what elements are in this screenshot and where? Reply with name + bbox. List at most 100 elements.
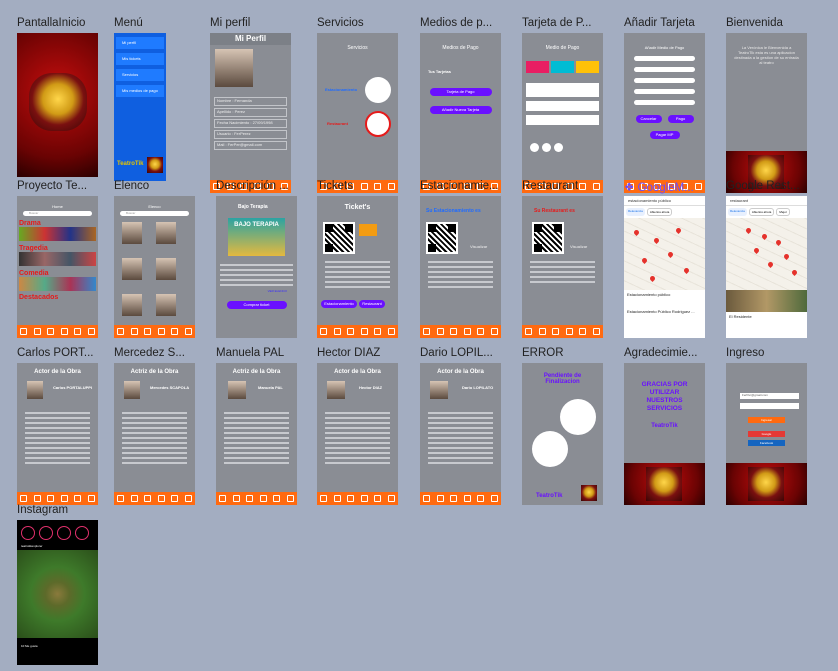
card-button[interactable]: Tarjeta de Pago [429, 88, 492, 96]
buy-ticket-button[interactable]: Comprar ticket [226, 301, 287, 309]
profile-field: Fecha Nacimiento : 27/09/1998 [214, 119, 287, 128]
view-button[interactable]: Visualizar [470, 244, 487, 249]
section-destacados: Destacados [19, 294, 59, 301]
facebook-login-button[interactable]: Facebook [748, 440, 785, 446]
comedia-carousel[interactable] [19, 277, 96, 291]
section-subtitle: Tus Tarjetas [428, 69, 451, 74]
menu-item-medios[interactable]: Mis medios de pago [116, 85, 164, 97]
cast-photo[interactable] [122, 222, 142, 244]
chip-relevancia[interactable]: Relevancia [728, 208, 747, 216]
restaurant-icon[interactable] [365, 111, 391, 137]
input-field[interactable] [634, 67, 695, 72]
maps-search[interactable]: restaurant [726, 196, 807, 206]
card-tile[interactable] [526, 61, 549, 73]
cast-photo[interactable] [156, 222, 176, 244]
bottom-nav[interactable] [522, 325, 603, 338]
car-icon[interactable] [365, 77, 391, 103]
input-field[interactable] [634, 56, 695, 61]
cast-photo[interactable] [156, 258, 176, 280]
cast-screen: Elenco Buscar [114, 196, 195, 338]
email-field[interactable]: FerPer@gmail.com [740, 393, 799, 399]
parking-screen: Su Estacionamiento es Visualizar [420, 196, 501, 338]
story-icon[interactable] [57, 526, 71, 540]
post-handle[interactable]: teatrotikexplorer [17, 542, 98, 550]
actor-screen: Actor de la Obra Carlos PORTALUPPI [17, 363, 98, 505]
bottom-nav[interactable] [420, 325, 501, 338]
page-title: Medios de Pago [442, 45, 479, 51]
chip-relevancia[interactable]: Relevancia [626, 208, 645, 216]
menu-item-tickets[interactable]: Mis tickets [116, 53, 164, 65]
bottom-nav[interactable] [17, 325, 98, 338]
brand-icon[interactable] [542, 143, 551, 152]
password-field[interactable] [740, 403, 799, 409]
input-field[interactable] [634, 89, 695, 94]
post-image[interactable] [17, 550, 98, 638]
tragedia-carousel[interactable] [19, 252, 96, 266]
view-button[interactable]: Visualizar [570, 244, 587, 249]
pay-button[interactable]: Pago [667, 115, 694, 123]
login-button[interactable]: Ingresar [748, 417, 785, 423]
restaurant-photo[interactable] [726, 290, 807, 312]
card-option[interactable] [526, 101, 599, 111]
cast-photo[interactable] [156, 294, 176, 316]
menu-item-perfil[interactable]: Mi perfil [116, 37, 164, 49]
play-poster: BAJO TERAPIA [228, 218, 285, 256]
google-login-button[interactable]: Google [748, 431, 785, 437]
card-tile[interactable] [551, 61, 574, 73]
bottom-nav[interactable] [114, 492, 195, 505]
search-input[interactable]: Buscar [23, 211, 92, 216]
brand-icon[interactable] [554, 143, 563, 152]
bottom-nav[interactable] [317, 492, 398, 505]
frame-label: Servicios [317, 17, 364, 29]
ticket-icon [359, 224, 377, 236]
chip-abiertos[interactable]: Abiertos ahora [748, 208, 775, 216]
menu-item-servicios[interactable]: Servicios [116, 69, 164, 81]
map-area[interactable] [726, 218, 807, 290]
add-card-button[interactable]: Añadir Nueva Tarjeta [429, 106, 492, 114]
frame-label: Tickets [317, 180, 353, 192]
brand-icon[interactable] [530, 143, 539, 152]
result-title[interactable]: El Residente [726, 312, 807, 321]
play-description-screen: Bajo Terapia BAJO TERAPIA VER ELENCO Com… [216, 196, 297, 338]
worker-illustration [560, 399, 596, 435]
story-icon[interactable] [39, 526, 53, 540]
drama-carousel[interactable] [19, 227, 96, 241]
result-title[interactable]: Estacionamiento Público Rodriguez ... [624, 307, 705, 316]
restaurant-button[interactable]: Restaurant [359, 300, 385, 308]
card-tile[interactable] [576, 61, 599, 73]
card-option[interactable] [526, 115, 599, 125]
cast-photo[interactable] [122, 294, 142, 316]
parking-button[interactable]: Estacionamiento [321, 300, 357, 308]
page-title: Actriz de la Obra [232, 369, 281, 375]
profile-screen: Mi Perfil Nombre : Fernanda Apellido : P… [210, 33, 291, 193]
chip-abiertos[interactable]: Abiertos ahora [646, 208, 673, 216]
chip-mejor[interactable]: Mejor [776, 208, 790, 216]
story-icon[interactable] [21, 526, 35, 540]
map-area[interactable] [624, 218, 705, 290]
page-title: Su Restaurant es [534, 208, 575, 214]
profile-field: Apellido : Perez [214, 108, 287, 117]
frame-label: Restaurant [522, 180, 579, 192]
result-title[interactable]: Estacionamiento público [624, 290, 705, 299]
input-field[interactable] [634, 100, 695, 105]
cast-photo[interactable] [122, 258, 142, 280]
theater-masks-logo [29, 73, 87, 131]
home-screen: Home Buscar Drama Tragedia Comedia Desta… [17, 196, 98, 338]
service-restaurant[interactable]: Restaurant [327, 121, 348, 126]
page-title: Servicios [347, 45, 368, 51]
cancel-button[interactable]: Cancelar [635, 115, 662, 123]
bottom-nav[interactable] [216, 492, 297, 505]
pay-mp-button[interactable]: Pagar MP [649, 131, 680, 139]
cast-link[interactable]: VER ELENCO [216, 289, 287, 293]
search-input[interactable]: Buscar [120, 211, 189, 216]
service-parking[interactable]: Estacionamiento [325, 87, 357, 92]
actor-photo [430, 381, 448, 399]
maps-search[interactable]: estacionamiento público [624, 196, 705, 206]
bottom-nav[interactable] [114, 325, 195, 338]
bottom-nav[interactable] [317, 325, 398, 338]
frame-label: Descripción ... [216, 180, 289, 192]
bottom-nav[interactable] [420, 492, 501, 505]
story-icon[interactable] [75, 526, 89, 540]
card-option[interactable] [526, 83, 599, 97]
input-field[interactable] [634, 78, 695, 83]
